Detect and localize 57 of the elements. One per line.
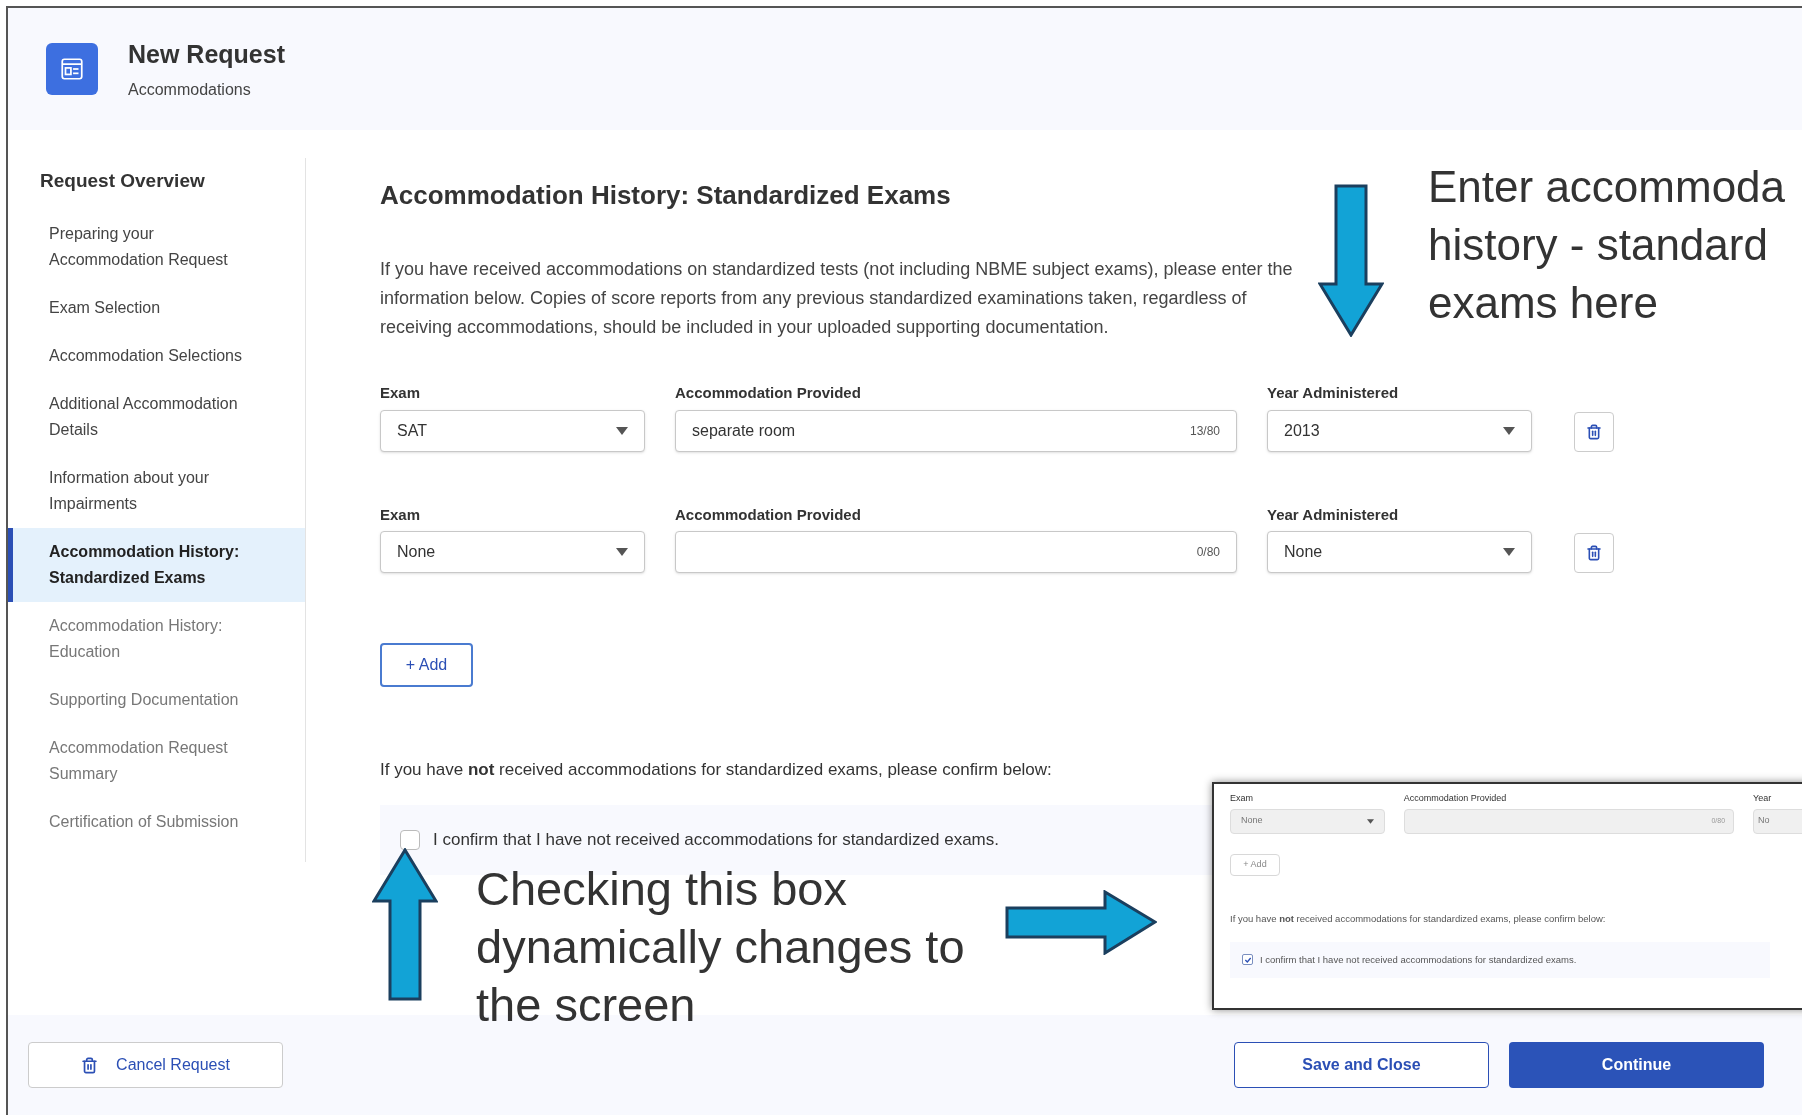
field-label: Accommodation Provided [675,383,862,403]
select-field[interactable]: 2013 [1267,409,1532,452]
text-field[interactable]: 0/80 [675,531,1237,573]
section-title: Accommodation History: Standardized Exams [380,179,951,212]
annotation-text: Checking this box dynamically changes to the screen [476,861,965,1033]
character-counter: 0/80 [1196,544,1220,561]
sidebar-item[interactable]: Accommodation History: Education [8,601,305,676]
field-label: Accommodation Provided [675,504,862,525]
confirm-prompt: If you have not received accommodations for standardized exams, please confirm below: [1230,911,1607,926]
sidebar-item[interactable]: Additional Accommodation Details [8,379,305,454]
confirm-prompt: If you have not received accommodations for standardized exams, please confirm below: [380,759,1053,781]
sidebar-item[interactable]: Information about your Impairments [8,453,305,528]
caret-icon [1503,426,1515,435]
field-label: Year [1753,792,1773,805]
caret-icon [1503,548,1515,556]
select-field: None [1230,808,1385,834]
select-field[interactable]: None [1267,531,1532,573]
intro-paragraph: If you have received accommodations on standardized tests (not including NBME subject exams), please enter the information below. Copies of score reports from any previous standardized examinations taken, regardless of receiving accommodations, should be included in your uploaded supporting documentation. [380,258,1294,339]
page-title: New Request [128,39,285,71]
sidebar-item[interactable]: Supporting Documentation [8,675,305,724]
sidebar-item[interactable]: Exam Selection [8,283,305,332]
field-label: Exam [380,504,422,525]
checkbox[interactable] [400,829,420,850]
field-label: Year Administered [1267,383,1400,403]
delete-icon [81,1056,99,1074]
sidebar-item[interactable]: Preparing your Accommodation Request [8,209,305,284]
sidebar-item[interactable]: Certification of Submission [8,797,305,846]
cancel-request-button[interactable]: Cancel Request [28,1042,283,1088]
annotation-text: Enter accommoda history - standard exams here [1428,161,1786,329]
delete-button[interactable] [1574,533,1614,573]
sidebar-item[interactable]: Accommodation History: Standardized Exams [8,527,305,602]
checkbox-label: I confirm that I have not received accommodations for standardized exams. [1260,952,1577,967]
checkbox-label: I confirm that I have not received accommodations for standardized exams. [433,828,999,851]
delete-icon [1586,423,1602,440]
field-label: Year Administered [1267,504,1400,525]
caret-icon [616,548,628,556]
page-subtitle: Accommodations [128,79,252,100]
select-field[interactable]: SAT [380,409,645,452]
save-and-close-button[interactable]: Save and Close [1234,1042,1489,1088]
add-button[interactable]: + Add [380,643,473,687]
delete-icon [1586,545,1602,561]
text-field[interactable]: separate room 13/80 [675,409,1237,452]
delete-button[interactable] [1574,411,1614,452]
calendar-app-icon [46,43,98,95]
field-label: Accommodation Provided [1403,792,1508,805]
select-field[interactable]: None [380,531,645,573]
caret-icon [1366,818,1374,824]
select-field: No [1753,808,1802,834]
field-label: Exam [1230,792,1254,805]
field-label: Exam [380,383,422,403]
sidebar-item[interactable]: Accommodation Request Summary [8,723,305,798]
continue-button[interactable]: Continue [1509,1042,1764,1088]
sidebar-heading: Request Overview [39,169,206,193]
sidebar-item[interactable]: Accommodation Selections [8,331,305,380]
caret-icon [616,426,628,435]
character-counter: 13/80 [1189,422,1220,440]
add-button[interactable]: + Add [1230,853,1280,876]
